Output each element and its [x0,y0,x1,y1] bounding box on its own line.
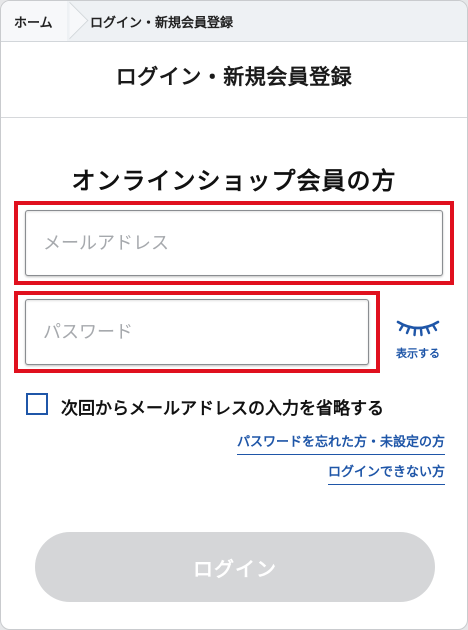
breadcrumb: ホーム ログイン・新規会員登録 [1,1,467,42]
show-password-button[interactable]: 表示する [389,319,447,365]
show-password-label[interactable]: 表示する [389,345,447,361]
login-page: ホーム ログイン・新規会員登録 ログイン・新規会員登録 オンラインショップ会員の… [0,0,468,630]
cannot-login-link[interactable]: ログインできない方 [327,461,445,485]
breadcrumb-home-link[interactable]: ホーム [1,1,67,41]
remember-email-option[interactable]: 次回からメールアドレスの入力を省略する [26,393,446,419]
title-divider [1,117,467,118]
remember-email-checkbox[interactable] [26,393,48,415]
login-button[interactable]: ログイン [35,532,435,602]
forgot-password-link[interactable]: パスワードを忘れた方・未設定の方 [236,431,445,455]
eye-closed-icon [396,320,440,337]
page-title: ログイン・新規会員登録 [115,65,353,89]
password-field[interactable] [25,299,369,365]
section-title: オンラインショップ会員の方 [71,167,397,195]
email-field[interactable] [25,210,443,276]
breadcrumb-home-label[interactable]: ホーム [14,12,53,31]
breadcrumb-current: ログイン・新規会員登録 [90,16,234,31]
remember-email-label[interactable]: 次回からメールアドレスの入力を省略する [61,394,384,419]
